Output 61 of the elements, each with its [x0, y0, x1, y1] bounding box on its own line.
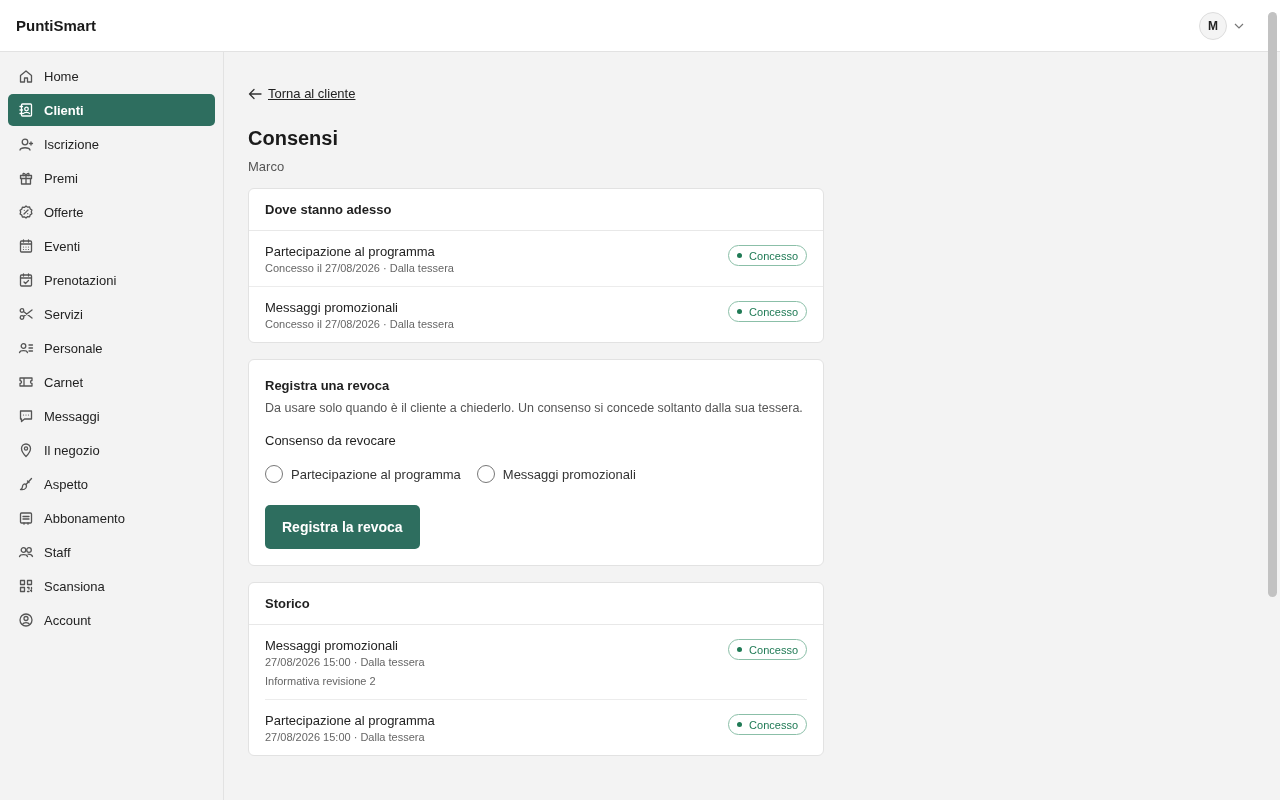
calendar-icon: [18, 238, 34, 254]
consent-note: Informativa revisione 2: [265, 675, 377, 687]
add-user-icon: [18, 136, 34, 152]
sidebar-item[interactable]: Offerte: [8, 196, 215, 228]
receipt-icon: [18, 510, 34, 526]
consent-details: Concesso il 27/08/2026 · Dalla tessera: [265, 262, 454, 274]
card-title: Dove stanno adesso: [249, 189, 823, 231]
brush-icon: [18, 476, 34, 492]
scrollbar[interactable]: [1268, 12, 1277, 597]
consent-name: Messaggi promozionali: [265, 638, 399, 653]
sidebar-item[interactable]: Clienti: [8, 94, 215, 126]
sidebar-item[interactable]: Account: [8, 604, 215, 636]
revoke-button[interactable]: Registra la revoca: [265, 505, 420, 549]
sidebar-item[interactable]: Personale: [8, 332, 215, 364]
gift-icon: [18, 170, 34, 186]
sidebar-item[interactable]: Servizi: [8, 298, 215, 330]
caret-icon[interactable]: [1234, 22, 1244, 29]
contact-book-icon: [18, 102, 34, 118]
discount-badge-icon: [18, 204, 34, 220]
card-title: Storico: [249, 583, 823, 625]
radio-button[interactable]: [476, 465, 495, 483]
sidebar-item[interactable]: Il negozio: [8, 434, 215, 466]
card-title: Registra una revoca: [265, 378, 391, 393]
sidebar-item[interactable]: Staff: [8, 536, 215, 568]
calendar-check-icon: [18, 272, 34, 288]
sidebar-item[interactable]: Eventi: [8, 230, 215, 262]
back-link[interactable]: Torna al cliente: [248, 86, 356, 101]
users-icon: [18, 544, 34, 560]
scissors-icon: [18, 306, 34, 322]
radio-option[interactable]: Partecipazione al programma: [265, 465, 461, 483]
sidebar-item[interactable]: Carnet: [8, 366, 215, 398]
app-title: PuntiSmart: [16, 17, 96, 34]
home-icon: [18, 68, 34, 84]
sidebar-item[interactable]: Iscrizione: [8, 128, 215, 160]
consent-name: Messaggi promozionali: [265, 300, 399, 315]
consent-name: Partecipazione al programma: [265, 713, 435, 728]
qr-code-icon: [18, 578, 34, 594]
sidebar-item[interactable]: Prenotazioni: [8, 264, 215, 296]
sidebar-item[interactable]: Home: [8, 60, 215, 92]
sidebar-item[interactable]: Messaggi: [8, 400, 215, 432]
user-list-icon: [18, 340, 34, 356]
location-pin-icon: [18, 442, 34, 458]
radio-option[interactable]: Messaggi promozionali: [476, 465, 636, 483]
field-label: Consenso da revocare: [265, 433, 397, 448]
page-title: Consensi: [248, 127, 339, 150]
consent-details: 27/08/2026 15:00 · Dalla tessera: [265, 656, 425, 668]
sidebar-item[interactable]: Scansiona: [8, 570, 215, 602]
sidebar-item[interactable]: Aspetto: [8, 468, 215, 500]
radio-button[interactable]: [265, 465, 283, 483]
user-avatar[interactable]: M: [1199, 11, 1227, 40]
ticket-icon: [18, 374, 34, 390]
user-circle-icon: [18, 612, 34, 628]
card-description: Da usare solo quando è il cliente a chiederlo. Un consenso si concede soltanto dalla sua tessera.: [265, 400, 804, 417]
sidebar-item[interactable]: Abbonamento: [8, 502, 215, 534]
consent-name: Partecipazione al programma: [265, 244, 436, 259]
back-arrow-icon: [248, 87, 262, 100]
chat-icon: [18, 408, 34, 424]
consent-details: Concesso il 27/08/2026 · Dalla tessera: [265, 318, 454, 330]
consent-details: 27/08/2026 15:00 · Dalla tessera: [265, 731, 426, 743]
sidebar-item[interactable]: Premi: [8, 162, 215, 194]
customer-name: Marco: [248, 159, 285, 174]
